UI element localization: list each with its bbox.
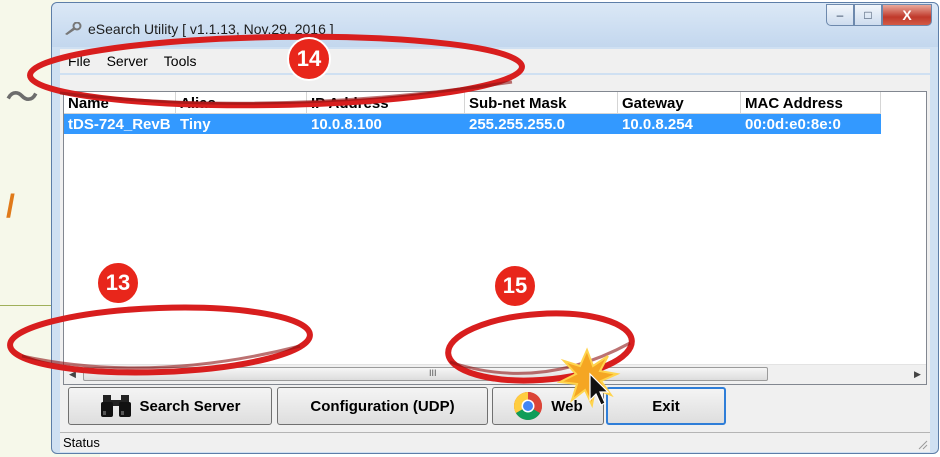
resize-grip-icon[interactable] <box>916 438 928 450</box>
cell-name: tDS-724_RevB <box>68 116 171 133</box>
callout-badge-13: 13 <box>96 261 140 305</box>
table-row[interactable]: tDS-724_RevB Tiny 10.0.8.100 255.255.255… <box>64 114 881 134</box>
cell-subnet-mask: 255.255.255.0 <box>469 116 565 133</box>
cell-mac-address: 00:0d:e0:8e:0 <box>745 116 841 133</box>
wrench-icon <box>65 22 82 35</box>
esearch-window: eSearch Utility [ v1.1.13, Nov.29, 2016 … <box>51 2 939 454</box>
exit-label: Exit <box>652 397 680 415</box>
cell-gateway: 10.0.8.254 <box>622 116 693 133</box>
client-area: Name Alias IP Address Sub-net Mask Gatew… <box>60 75 930 445</box>
menu-file[interactable]: File <box>66 53 93 69</box>
column-gateway[interactable]: Gateway <box>618 92 741 114</box>
page-fragment-gray: ～ <box>6 79 39 115</box>
status-bar: Status <box>60 432 930 452</box>
binoculars-icon <box>100 395 131 417</box>
server-list[interactable]: Name Alias IP Address Sub-net Mask Gatew… <box>63 91 927 385</box>
column-name[interactable]: Name <box>64 92 176 114</box>
search-server-button[interactable]: Search Server <box>68 387 272 425</box>
menu-bar: File Server Tools <box>60 49 930 73</box>
scroll-left-icon[interactable]: ◀ <box>64 365 81 384</box>
search-server-label: Search Server <box>139 397 241 415</box>
cell-ip-address: 10.0.8.100 <box>311 116 382 133</box>
status-text: Status <box>63 435 100 450</box>
configuration-udp-button[interactable]: Configuration (UDP) <box>277 387 488 425</box>
configuration-udp-label: Configuration (UDP) <box>310 397 455 415</box>
callout-badge-15: 15 <box>493 264 537 308</box>
column-subnet-mask[interactable]: Sub-net Mask <box>465 92 618 114</box>
web-label: Web <box>551 397 583 415</box>
window-controls: – □ X <box>826 4 932 26</box>
callout-badge-14: 14 <box>287 37 331 81</box>
column-alias[interactable]: Alias <box>176 92 307 114</box>
title-bar[interactable]: eSearch Utility [ v1.1.13, Nov.29, 2016 … <box>52 3 938 47</box>
chrome-icon <box>514 392 543 420</box>
column-ip-address[interactable]: IP Address <box>307 92 465 114</box>
horizontal-scrollbar[interactable]: ◀ III ▶ <box>64 364 926 384</box>
menu-tools[interactable]: Tools <box>162 53 199 69</box>
cell-alias: Tiny <box>180 116 211 133</box>
scroll-right-icon[interactable]: ▶ <box>909 365 926 384</box>
exit-button[interactable]: Exit <box>606 387 726 425</box>
scroll-thumb[interactable]: III <box>83 367 768 381</box>
menu-server[interactable]: Server <box>105 53 150 69</box>
scroll-grip: III <box>429 368 437 378</box>
page-fragment-orange: / <box>6 188 15 224</box>
minimize-icon[interactable]: – <box>826 4 854 26</box>
maximize-icon[interactable]: □ <box>854 4 882 26</box>
window-title: eSearch Utility [ v1.1.13, Nov.29, 2016 … <box>88 21 334 37</box>
web-button[interactable]: Web <box>492 387 604 425</box>
list-header: Name Alias IP Address Sub-net Mask Gatew… <box>64 92 881 114</box>
column-mac-address[interactable]: MAC Address <box>741 92 881 114</box>
close-icon[interactable]: X <box>882 4 932 26</box>
